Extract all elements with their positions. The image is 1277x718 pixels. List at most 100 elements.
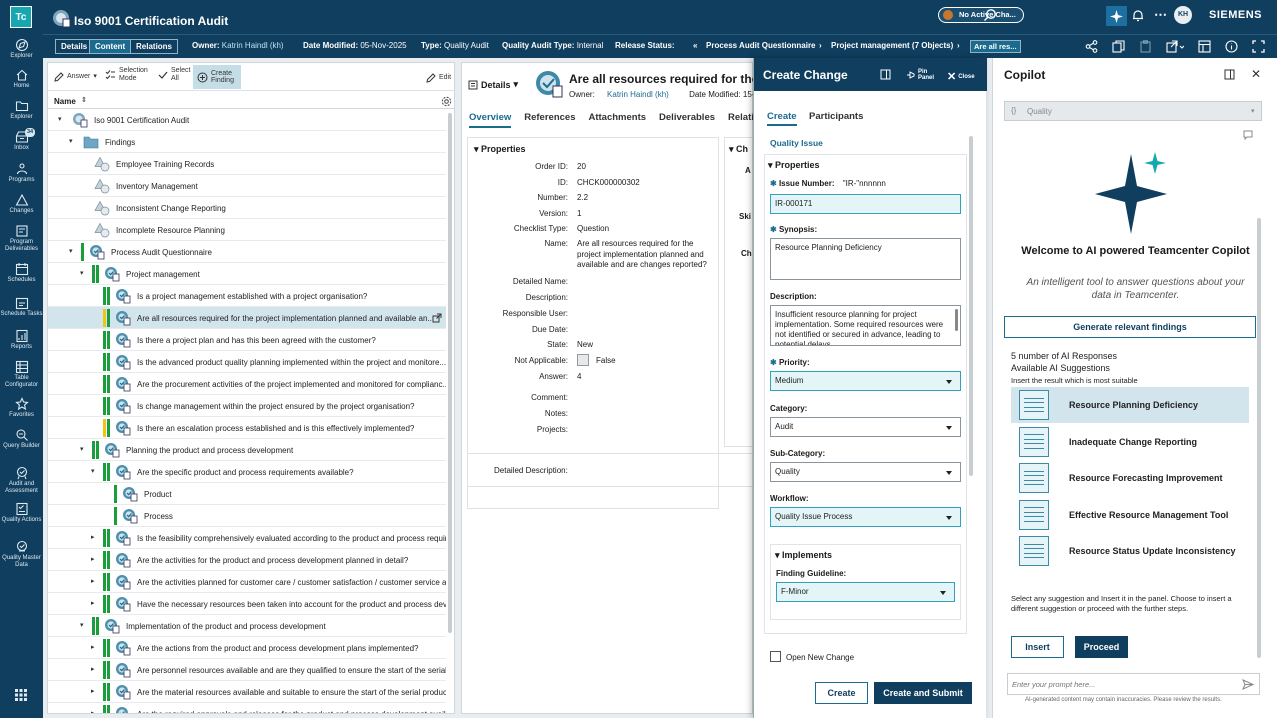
tree-row[interactable]: ▸ Are the activities planned for customer… [48, 571, 446, 593]
rail-item-table-configurator[interactable]: Table Configurator [0, 360, 43, 388]
tree-row[interactable]: ▾ Planning the product and process develo… [48, 439, 446, 461]
send-icon[interactable] [1242, 679, 1254, 690]
tree-row[interactable]: Is a project management established with… [48, 285, 446, 307]
copilot-toggle-button[interactable] [1106, 6, 1127, 26]
owner-link[interactable]: Katrin Haindl (kh) [607, 90, 669, 99]
ai-suggestion-item[interactable]: Effective Resource Management Tool [1011, 497, 1249, 533]
active-change-selector[interactable]: No Active Cha... [938, 7, 1024, 23]
tree-column-header[interactable]: Name ⇕ [48, 93, 454, 109]
open-in-new-icon[interactable] [432, 313, 442, 323]
rail-item-explorer[interactable]: Explorer [0, 38, 43, 60]
select-all-button[interactable]: Select All [158, 67, 191, 82]
subcategory-dropdown[interactable]: Quality [770, 462, 961, 482]
breadcrumb-back-icon[interactable]: « [693, 41, 697, 50]
tree-row[interactable]: ▾ Findings [48, 131, 446, 153]
ai-suggestion-item[interactable]: Resource Planning Deficiency [1011, 387, 1249, 423]
rail-item-programs[interactable]: Programs [0, 162, 43, 184]
change-section-header[interactable]: ▾ Ch [729, 144, 748, 155]
properties-header[interactable]: ▾ Properties [474, 144, 526, 155]
cc-scrollbar[interactable] [969, 136, 973, 476]
expand-down-icon[interactable]: ▾ [80, 621, 84, 629]
tree-row[interactable]: ▾ Iso 9001 Certification Audit [48, 109, 446, 131]
answer-button[interactable]: Answer ▾ [54, 72, 97, 82]
priority-dropdown[interactable]: Medium [770, 371, 961, 391]
breadcrumb-process-audit[interactable]: Process Audit Questionnaire [706, 41, 816, 50]
rail-item-query-builder[interactable]: Query Builder [0, 428, 43, 450]
fullscreen-icon[interactable] [1252, 40, 1265, 53]
ai-suggestion-item[interactable]: Resource Forecasting Improvement [1011, 460, 1249, 496]
rail-item-program-deliverables[interactable]: Program Deliverables [0, 224, 43, 252]
not-applicable-checkbox[interactable] [577, 354, 589, 366]
tree-row[interactable]: Inventory Management [48, 175, 446, 197]
description-field[interactable]: Insufficient resource planning for proje… [770, 305, 961, 346]
create-finding-button[interactable]: Create Finding [193, 65, 241, 89]
tree-row[interactable]: Is the advanced product quality planning… [48, 351, 446, 373]
issue-number-field[interactable]: IR-000171 [770, 194, 961, 214]
rail-item-quality-actions[interactable]: Quality Actions [0, 502, 43, 524]
expand-down-icon[interactable]: ▾ [69, 247, 73, 255]
tree-row[interactable]: Incomplete Resource Planning [48, 219, 446, 241]
expand-down-icon[interactable]: ▾ [69, 137, 73, 145]
tab-content[interactable]: Content [89, 39, 132, 54]
tree-row[interactable]: ▾ Implementation of the product and proce… [48, 615, 446, 637]
search-icon[interactable] [983, 8, 997, 22]
expand-panel-icon[interactable] [880, 69, 891, 80]
rail-item-changes[interactable]: Changes [0, 193, 43, 215]
description-scrollbar[interactable] [955, 309, 958, 331]
tree-row[interactable]: ▸ Are the material resources available an… [48, 681, 446, 703]
create-and-submit-button[interactable]: Create and Submit [874, 682, 972, 704]
tab-attachments[interactable]: Attachments [588, 112, 646, 128]
tree-row[interactable]: Product [48, 483, 446, 505]
tree-row[interactable]: Are the procurement activities of the pr… [48, 373, 446, 395]
expand-down-icon[interactable]: ▾ [58, 115, 62, 123]
rail-item-reports[interactable]: Reports [0, 329, 43, 351]
rail-item-home[interactable]: Home [0, 68, 43, 90]
tree-row[interactable]: Is there an escalation process establish… [48, 417, 446, 439]
tree-row[interactable]: Inconsistent Change Reporting [48, 197, 446, 219]
tree-row[interactable]: Employee Training Records [48, 153, 446, 175]
expand-right-icon[interactable]: ▸ [91, 665, 95, 673]
tab-details[interactable]: Details [55, 39, 94, 54]
tree-row[interactable]: Process [48, 505, 446, 527]
tree-row[interactable]: Are all resources required for the proje… [48, 307, 446, 329]
expand-right-icon[interactable]: ▸ [91, 599, 95, 607]
tab-deliverables[interactable]: Deliverables [659, 112, 715, 128]
tree-scrollbar[interactable] [448, 113, 452, 633]
expand-down-icon[interactable]: ▾ [80, 445, 84, 453]
expand-right-icon[interactable]: ▸ [91, 709, 95, 713]
synopsis-field[interactable]: Resource Planning Deficiency [770, 238, 961, 280]
tree-row[interactable]: ▾ Are the specific product and process re… [48, 461, 446, 483]
breadcrumb-current[interactable]: Are all res... [970, 40, 1021, 53]
tree-row[interactable]: ▸ Are the required approvals and releases… [48, 703, 446, 713]
rail-item-explorer[interactable]: Explorer [0, 99, 43, 121]
view-selector[interactable]: Details ▾ [468, 79, 518, 90]
expand-right-icon[interactable]: ▸ [91, 643, 95, 651]
breadcrumb-project-management[interactable]: Project management (7 Objects) [831, 41, 953, 50]
close-icon[interactable]: ✕ [1251, 67, 1261, 81]
rail-item-inbox[interactable]: Inbox 34 [0, 128, 43, 152]
user-avatar[interactable]: KH [1174, 6, 1192, 24]
rail-item-schedule-tasks[interactable]: Schedule Tasks [0, 296, 43, 318]
tree-row[interactable]: ▸ Are personnel resources available and a… [48, 659, 446, 681]
more-options-icon[interactable]: ⋯ [1154, 7, 1167, 23]
create-button[interactable]: Create [815, 682, 868, 704]
finding-guideline-dropdown[interactable]: F-Minor [776, 582, 955, 602]
tab-create[interactable]: Create [767, 111, 797, 126]
feedback-icon[interactable] [1243, 130, 1253, 140]
notification-bell-icon[interactable] [1132, 9, 1144, 22]
name-column-header[interactable]: Name [54, 97, 76, 106]
category-dropdown[interactable]: Audit [770, 417, 961, 437]
proceed-button[interactable]: Proceed [1075, 636, 1128, 658]
expand-right-icon[interactable]: ▸ [91, 533, 95, 541]
layout-icon[interactable] [1198, 40, 1211, 53]
tab-references[interactable]: References [524, 112, 575, 128]
dock-panel-icon[interactable] [1224, 69, 1235, 80]
share-icon[interactable] [1085, 40, 1098, 53]
tree-row[interactable]: Is change management within the project … [48, 395, 446, 417]
workflow-dropdown[interactable]: Quality Issue Process [770, 507, 961, 527]
rail-item-audit-and-assessment[interactable]: Audit and Assessment [0, 466, 43, 494]
implements-header[interactable]: ▾ Implements [775, 550, 832, 561]
open-new-change-checkbox[interactable] [770, 651, 781, 662]
insert-button[interactable]: Insert [1011, 636, 1064, 658]
settings-gear-icon[interactable] [441, 96, 452, 107]
